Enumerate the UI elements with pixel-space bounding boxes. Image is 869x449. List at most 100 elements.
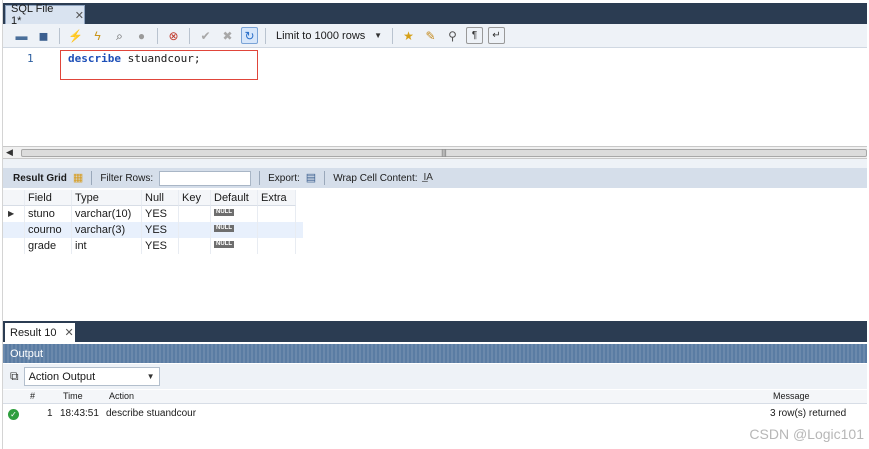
sql-keyword: describe [68,52,121,65]
chevron-down-icon: ▼ [146,372,155,381]
toggle-error-icon[interactable]: ⊗ [165,27,182,44]
row-indicator-header [3,190,25,206]
cell-type[interactable]: varchar(3) [72,222,142,238]
execute-icon[interactable]: ⚡ [67,27,84,44]
result-tab-bar: Result 10 ✕ [3,321,867,342]
output-message: 3 row(s) returned [770,408,847,419]
sql-statement[interactable]: describe stuandcour; [68,52,200,65]
grid-header-row: Field Type Null Key Default Extra [3,190,303,206]
cell-extra[interactable] [258,222,296,238]
current-row-arrow-icon: ▶ [3,206,25,222]
stop-icon[interactable]: ● [133,27,150,44]
column-header[interactable]: Message [773,391,810,401]
column-header[interactable]: Field [25,190,72,206]
cell-key[interactable] [179,238,211,254]
cell-field[interactable]: stuno [25,206,72,222]
output-title: Output [10,347,44,360]
explain-icon[interactable]: ⌕ [111,27,128,44]
sql-text: stuandcour; [120,52,201,65]
output-type-select[interactable]: Action Output ▼ [23,367,160,386]
editor-horizontal-scrollbar[interactable]: ◀ ||| [3,146,867,159]
chevron-down-icon: ▼ [374,31,382,40]
tab-sql-file-1[interactable]: SQL File 1* ✕ [5,3,85,27]
scroll-left-icon[interactable]: ◀ [6,147,13,158]
invisible-chars-icon[interactable]: ¶ [466,27,483,44]
beautify-icon[interactable]: ★ [400,27,417,44]
toolbar-separator [189,27,190,44]
filter-rows-input[interactable] [159,170,252,186]
cell-null[interactable]: YES [142,238,179,254]
cell-default[interactable]: NULL [211,206,258,222]
cell-type[interactable]: int [72,238,142,254]
output-panel-header: Output [3,344,867,363]
cell-field[interactable]: grade [25,238,72,254]
tab-result-10[interactable]: Result 10 ✕ [5,323,75,342]
output-time: 18:43:51 [60,408,99,419]
panel-divider[interactable] [3,159,867,168]
export-label: Export: [268,172,300,184]
column-header[interactable]: Key [179,190,211,206]
close-icon[interactable]: ✕ [64,326,73,339]
tab-label: Result 10 [10,326,57,339]
cell-key[interactable] [179,222,211,238]
output-row[interactable]: ✓ 1 18:43:51 describe stuandcour 3 row(s… [3,405,867,423]
table-row[interactable]: ▶ stuno varchar(10) YES NULL [3,206,303,222]
column-header[interactable]: Type [72,190,142,206]
row-indicator [3,238,25,254]
cell-null[interactable]: YES [142,222,179,238]
limit-rows-label: Limit to 1000 rows [276,29,366,42]
sql-editor[interactable]: 1 describe stuandcour; [3,48,867,146]
grid-icon[interactable]: ▦ [73,172,83,184]
result-grid: Field Type Null Key Default Extra ▶ stun… [3,190,303,254]
cell-default[interactable]: NULL [211,238,258,254]
rollback-icon[interactable]: ✖ [219,27,236,44]
commit-icon[interactable]: ✔ [197,27,214,44]
column-header[interactable]: Extra [258,190,296,206]
cell-type[interactable]: varchar(10) [72,206,142,222]
null-badge: NULL [214,241,234,248]
wrap-cell-icon[interactable]: I̲A [424,173,433,183]
snippet-icon[interactable]: ✎ [422,27,439,44]
toolbar-separator [259,171,261,185]
toolbar-separator [392,27,393,44]
row-indicator [3,222,25,238]
copy-icon[interactable]: ⧉ [10,369,19,384]
grip-icon: ||| [441,149,447,157]
find-icon[interactable]: ⚲ [444,27,461,44]
sql-toolbar: ▬ ◼ ⚡ ϟ ⌕ ● ⊗ ✔ ✖ ↻ Limit to 1000 rows ▼… [3,24,867,48]
cell-field[interactable]: courno [25,222,72,238]
limit-rows-select[interactable]: Limit to 1000 rows ▼ [273,27,385,45]
column-header[interactable]: # [30,391,35,401]
cell-extra[interactable] [258,238,296,254]
table-row[interactable]: grade int YES NULL [3,238,303,254]
save-icon[interactable]: ◼ [35,27,52,44]
null-badge: NULL [214,209,234,216]
toolbar-separator [157,27,158,44]
wrap-icon[interactable]: ↵ [488,27,505,44]
cell-default[interactable]: NULL [211,222,258,238]
export-icon[interactable]: ▤ [306,172,316,184]
output-type-label: Action Output [28,370,96,383]
column-header[interactable]: Time [63,391,83,401]
filter-rows-label: Filter Rows: [100,172,154,184]
toolbar-separator [324,171,326,185]
output-table-header: # Time Action Message [3,390,867,404]
cell-null[interactable]: YES [142,206,179,222]
cell-key[interactable] [179,206,211,222]
execute-current-icon[interactable]: ϟ [89,27,106,44]
close-icon[interactable]: ✕ [75,9,84,22]
column-header[interactable]: Null [142,190,179,206]
output-toolbar: ⧉ Action Output ▼ [3,364,867,389]
column-header[interactable]: Default [211,190,258,206]
column-header[interactable]: Action [109,391,134,401]
table-row[interactable]: courno varchar(3) YES NULL [3,222,303,238]
watermark: CSDN @Logic101 [749,426,864,442]
result-toolbar: Result Grid ▦ Filter Rows: Export: ▤ Wra… [3,168,867,188]
null-badge: NULL [214,225,234,232]
result-grid-label[interactable]: Result Grid [13,173,67,184]
autocommit-icon[interactable]: ↻ [241,27,258,44]
cell-extra[interactable] [258,206,296,222]
success-check-icon: ✓ [8,409,19,420]
scrollbar-thumb[interactable]: ||| [21,149,867,157]
open-folder-icon[interactable]: ▬ [13,27,30,44]
